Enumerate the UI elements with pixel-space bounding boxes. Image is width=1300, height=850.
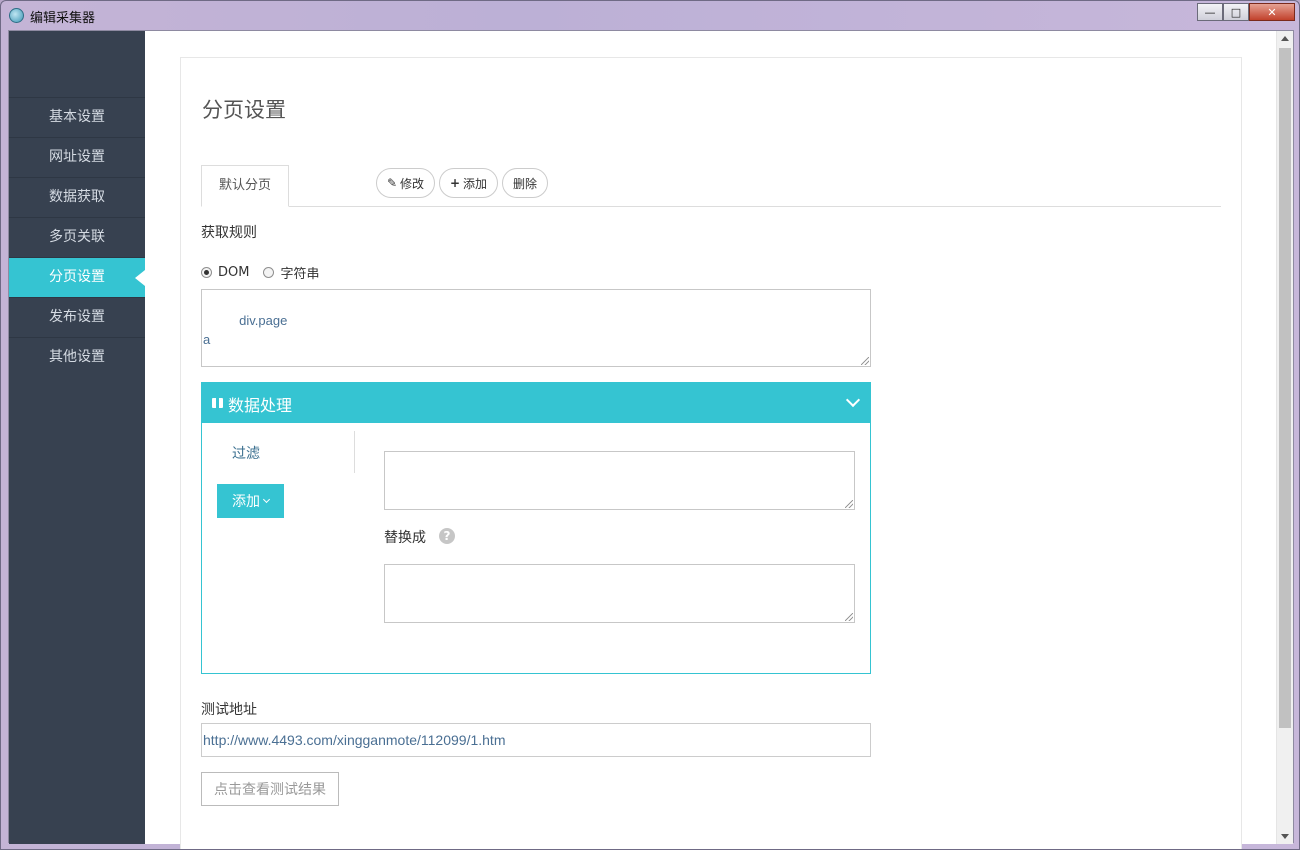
scroll-up-arrow-icon[interactable] xyxy=(1281,36,1289,41)
divider xyxy=(354,431,355,473)
chevron-down-icon xyxy=(262,495,271,504)
radio-dom-label: DOM xyxy=(218,264,250,280)
rule-textarea-value: div.page a xyxy=(203,313,288,347)
add-filter-label: 添加 xyxy=(232,494,260,510)
sidebar-item-publish-settings[interactable]: 发布设置 xyxy=(9,297,145,337)
gift-icon xyxy=(212,395,223,408)
sidebar-item-multipage-link[interactable]: 多页关联 xyxy=(9,217,145,257)
radio-string-label: 字符串 xyxy=(280,266,320,282)
sidebar-item-url-settings[interactable]: 网址设置 xyxy=(9,137,145,177)
rule-type-radios: DOM 字符串 xyxy=(201,264,320,282)
resize-handle-icon[interactable] xyxy=(845,613,853,621)
app-window: 编辑采集器 — □ ✕ 基本设置 网址设置 数据获取 多页关联 分页设置 发布设… xyxy=(0,0,1300,850)
title-bar: 编辑采集器 — □ ✕ xyxy=(1,1,1299,30)
pagination-tabbar: 默认分页 ✎ 修改 + 添加 删除 xyxy=(201,165,1221,207)
window-title: 编辑采集器 xyxy=(30,11,96,26)
main-content: 分页设置 默认分页 ✎ 修改 + 添加 删除 获取规则 DOM 字符串 div.… xyxy=(145,31,1278,849)
sidebar-item-data-acquisition[interactable]: 数据获取 xyxy=(9,177,145,217)
help-icon[interactable]: ? xyxy=(439,528,455,544)
view-test-result-button[interactable]: 点击查看测试结果 xyxy=(201,772,339,806)
edit-button[interactable]: ✎ 修改 xyxy=(376,168,435,198)
data-processing-title: 数据处理 xyxy=(228,396,293,415)
sidebar: 基本设置 网址设置 数据获取 多页关联 分页设置 发布设置 其他设置 xyxy=(9,31,145,844)
test-url-label: 测试地址 xyxy=(201,702,257,718)
sidebar-item-pagination-settings[interactable]: 分页设置 xyxy=(9,257,145,297)
tab-default-pagination[interactable]: 默认分页 xyxy=(201,165,289,207)
window-controls: — □ ✕ xyxy=(1197,3,1295,21)
add-button-label: 添加 xyxy=(463,176,488,191)
radio-string[interactable] xyxy=(263,266,275,278)
edit-button-label: 修改 xyxy=(400,176,425,191)
filter-tab[interactable]: 过滤 xyxy=(232,443,260,463)
chevron-down-icon[interactable] xyxy=(845,392,861,408)
maximize-icon[interactable]: □ xyxy=(1223,3,1249,21)
data-processing-box: 数据处理 过滤 添加 替换成 ? xyxy=(201,382,871,674)
add-button[interactable]: + 添加 xyxy=(439,168,498,198)
replace-textarea[interactable] xyxy=(384,564,855,623)
delete-button[interactable]: 删除 xyxy=(502,168,548,198)
scrollbar-thumb[interactable] xyxy=(1279,48,1291,728)
add-filter-button[interactable]: 添加 xyxy=(217,484,284,518)
replace-label: 替换成 xyxy=(384,530,426,546)
client-area: 基本设置 网址设置 数据获取 多页关联 分页设置 发布设置 其他设置 分页设置 … xyxy=(8,30,1294,849)
page-title: 分页设置 xyxy=(202,98,286,122)
scroll-down-arrow-icon[interactable] xyxy=(1281,834,1289,839)
minimize-icon[interactable]: — xyxy=(1197,3,1223,21)
resize-handle-icon[interactable] xyxy=(861,357,869,365)
pencil-icon: ✎ xyxy=(386,176,398,190)
sidebar-item-other-settings[interactable]: 其他设置 xyxy=(9,337,145,377)
resize-handle-icon[interactable] xyxy=(845,500,853,508)
close-icon[interactable]: ✕ xyxy=(1249,3,1295,21)
settings-panel: 分页设置 默认分页 ✎ 修改 + 添加 删除 获取规则 DOM 字符串 div.… xyxy=(180,57,1242,849)
sidebar-item-basic-settings[interactable]: 基本设置 xyxy=(9,97,145,137)
radio-dom[interactable] xyxy=(201,266,212,278)
rule-label: 获取规则 xyxy=(201,225,257,241)
sidebar-nav: 基本设置 网址设置 数据获取 多页关联 分页设置 发布设置 其他设置 xyxy=(9,97,145,377)
delete-button-label: 删除 xyxy=(512,176,537,191)
vertical-scrollbar[interactable] xyxy=(1276,31,1293,844)
plus-icon: + xyxy=(449,176,461,190)
rule-textarea[interactable]: div.page a xyxy=(201,289,871,367)
data-processing-header[interactable]: 数据处理 xyxy=(202,383,870,423)
filter-pattern-textarea[interactable] xyxy=(384,451,855,510)
app-logo-icon xyxy=(9,8,24,23)
test-url-input[interactable]: http://www.4493.com/xingganmote/112099/1… xyxy=(201,723,871,757)
